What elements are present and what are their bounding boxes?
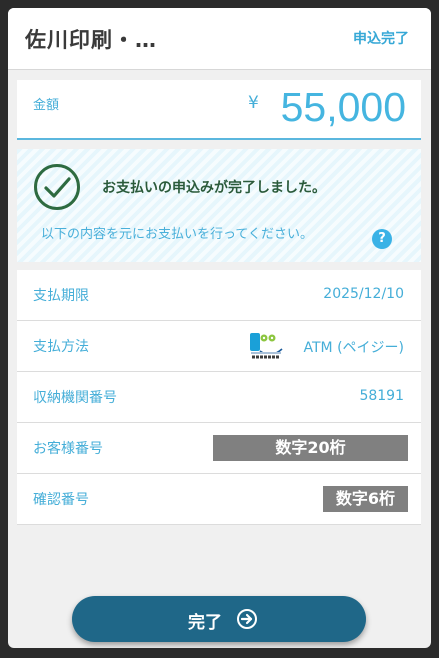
institution-label: 収納機関番号 xyxy=(33,390,117,406)
question-icon[interactable]: ? xyxy=(372,229,392,249)
due-value: 2025/12/10 xyxy=(323,286,404,302)
institution-value: 58191 xyxy=(359,388,404,404)
confirm-label: 確認番号 xyxy=(33,492,89,508)
method-label: 支払方法 xyxy=(33,339,89,355)
amount-panel: 金額 ¥ 55,000 xyxy=(17,80,421,140)
pay-easy-logo xyxy=(249,333,283,359)
detail-row-method: 支払方法 ATM (ペイジー) xyxy=(17,321,421,372)
done-button[interactable]: 完了 xyxy=(72,596,366,642)
customer-number-mask: 数字20桁 xyxy=(213,435,408,461)
amount-value: 55,000 xyxy=(280,84,406,130)
currency-symbol: ¥ xyxy=(248,93,259,113)
status-label: 申込完了 xyxy=(353,31,409,47)
payment-details: 支払期限 2025/12/10 支払方法 ATM (ペイジー) 収納機関番号 5… xyxy=(17,270,421,525)
detail-row-due: 支払期限 2025/12/10 xyxy=(17,270,421,321)
customer-label: お客様番号 xyxy=(33,441,103,457)
done-button-label: 完了 xyxy=(188,613,222,633)
completion-notice: お支払いの申込みが完了しました。 以下の内容を元にお支払いを行ってください。 ? xyxy=(17,149,421,262)
method-value: ATM (ペイジー) xyxy=(303,340,405,356)
arrow-right-circle-icon xyxy=(237,609,257,629)
detail-row-confirm: 確認番号 数字6桁 xyxy=(17,474,421,525)
amount-label: 金額 xyxy=(33,98,60,113)
confirm-number-mask: 数字6桁 xyxy=(323,486,408,512)
detail-row-institution: 収納機関番号 58191 xyxy=(17,372,421,423)
instruction-text: 以下の内容を元にお支払いを行ってください。 xyxy=(41,227,313,242)
merchant-title: 佐川印刷・… xyxy=(25,28,157,52)
detail-row-customer: お客様番号 数字20桁 xyxy=(17,423,421,474)
app-frame: 佐川印刷・… 申込完了 金額 ¥ 55,000 お支払いの申込みが完了しました。… xyxy=(8,8,431,648)
completion-message: お支払いの申込みが完了しました。 xyxy=(102,180,326,196)
due-label: 支払期限 xyxy=(33,288,89,304)
header: 佐川印刷・… 申込完了 xyxy=(8,8,431,70)
check-circle-icon xyxy=(34,164,80,210)
